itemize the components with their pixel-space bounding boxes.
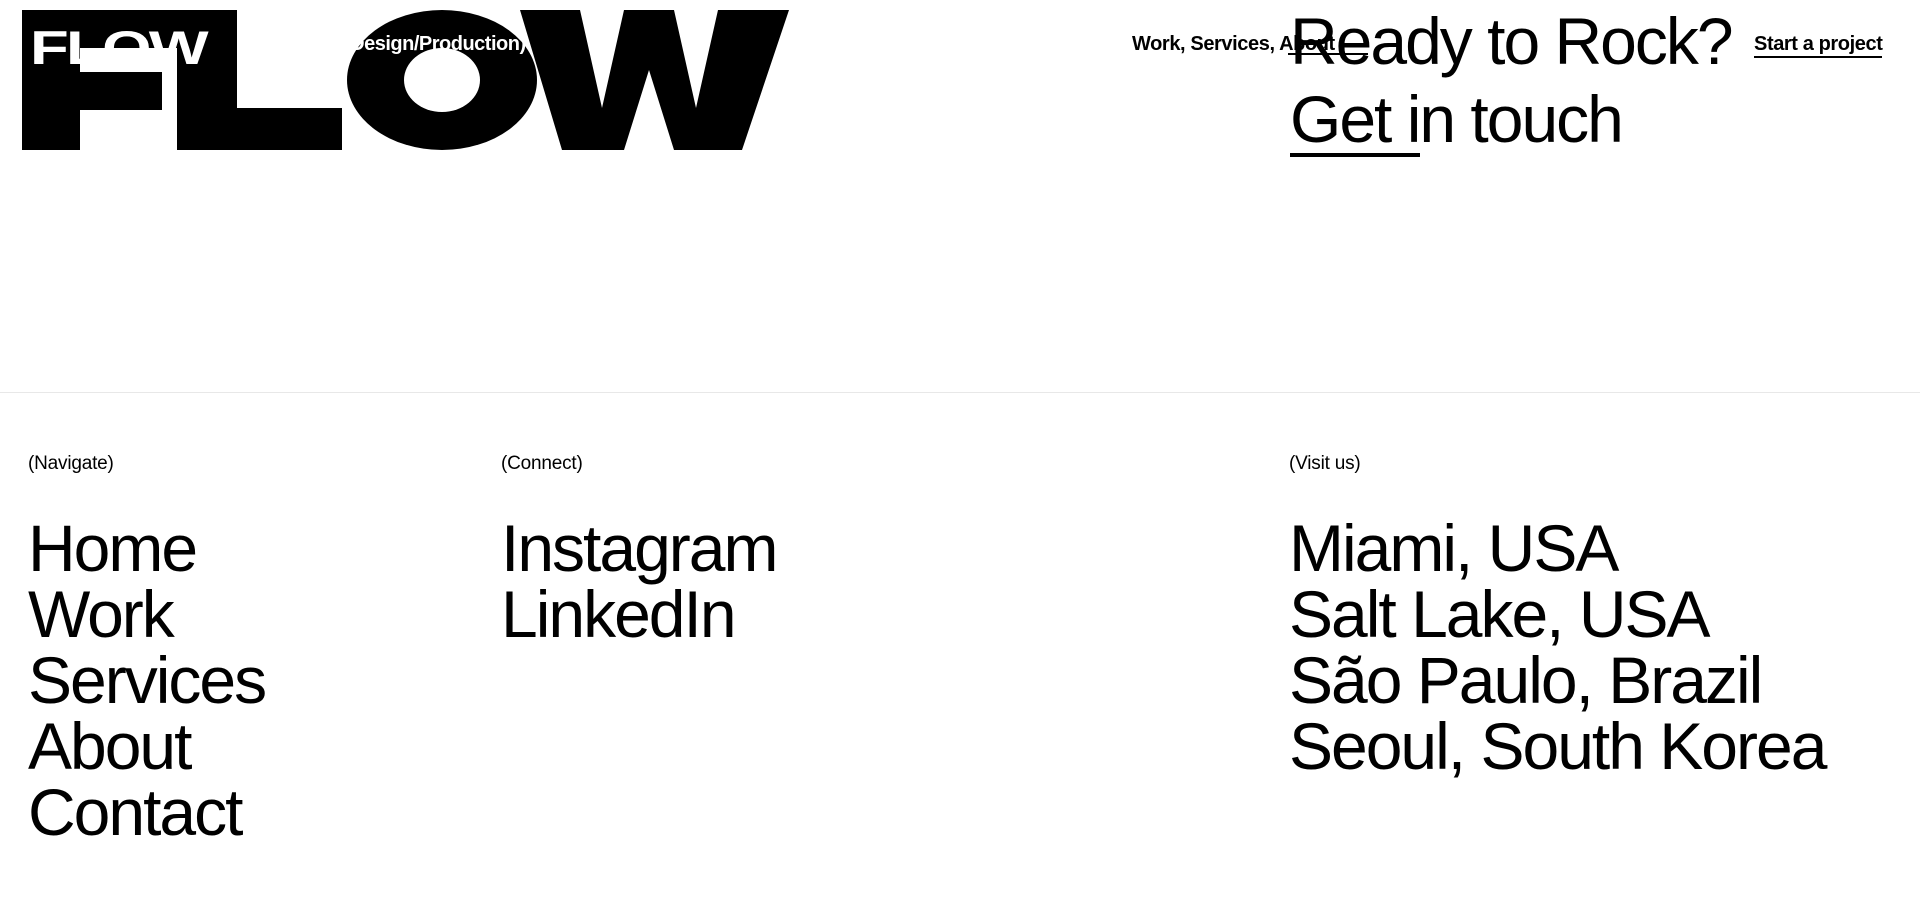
section-divider [0,392,1920,393]
list-item: About [28,713,265,779]
list-item: Work [28,581,265,647]
visit-list: Miami, USA Salt Lake, USA São Paulo, Bra… [1289,511,1827,783]
list-item: Home [28,515,265,581]
list-item: Instagram [501,515,778,581]
linkedin-link[interactable]: LinkedIn [501,577,737,651]
top-nav-work[interactable]: Work, [1132,33,1186,55]
location-sao-paulo: São Paulo, Brazil [1289,643,1763,717]
list-item: Contact [28,779,265,845]
visit-heading: (Visit us) [1289,453,1361,474]
footer-nav-services[interactable]: Services [28,643,267,717]
navigate-heading: (Navigate) [28,453,114,474]
footer-nav-contact[interactable]: Contact [28,775,243,849]
instagram-link[interactable]: Instagram [501,511,778,585]
navigate-list: Home Work Services About Contact [28,515,267,845]
connect-list: Instagram LinkedIn [501,515,778,647]
top-nav-services[interactable]: Services, [1190,33,1275,55]
cta-title: Ready to Rock? [1290,4,1734,78]
location-miami: Miami, USA [1289,511,1619,585]
footer-nav-work[interactable]: Work [28,577,175,651]
location-salt-lake: Salt Lake, USA [1289,577,1711,651]
header-logo[interactable]: FLOW [30,24,209,71]
tagline: (Design/Production) [344,33,526,55]
cta-underline [1290,153,1420,157]
footer-nav-about[interactable]: About [28,709,192,783]
location-seoul: Seoul, South Korea [1289,709,1827,783]
list-item: LinkedIn [501,581,776,647]
footer-nav-home[interactable]: Home [28,511,198,585]
page: FLOW (Design/Production) Work, Services,… [0,0,1920,919]
connect-heading: (Connect) [501,453,583,474]
list-item: Services [28,647,267,713]
get-in-touch-link[interactable]: Get in touch [1290,86,1624,152]
start-project-link[interactable]: Start a project [1754,33,1883,58]
